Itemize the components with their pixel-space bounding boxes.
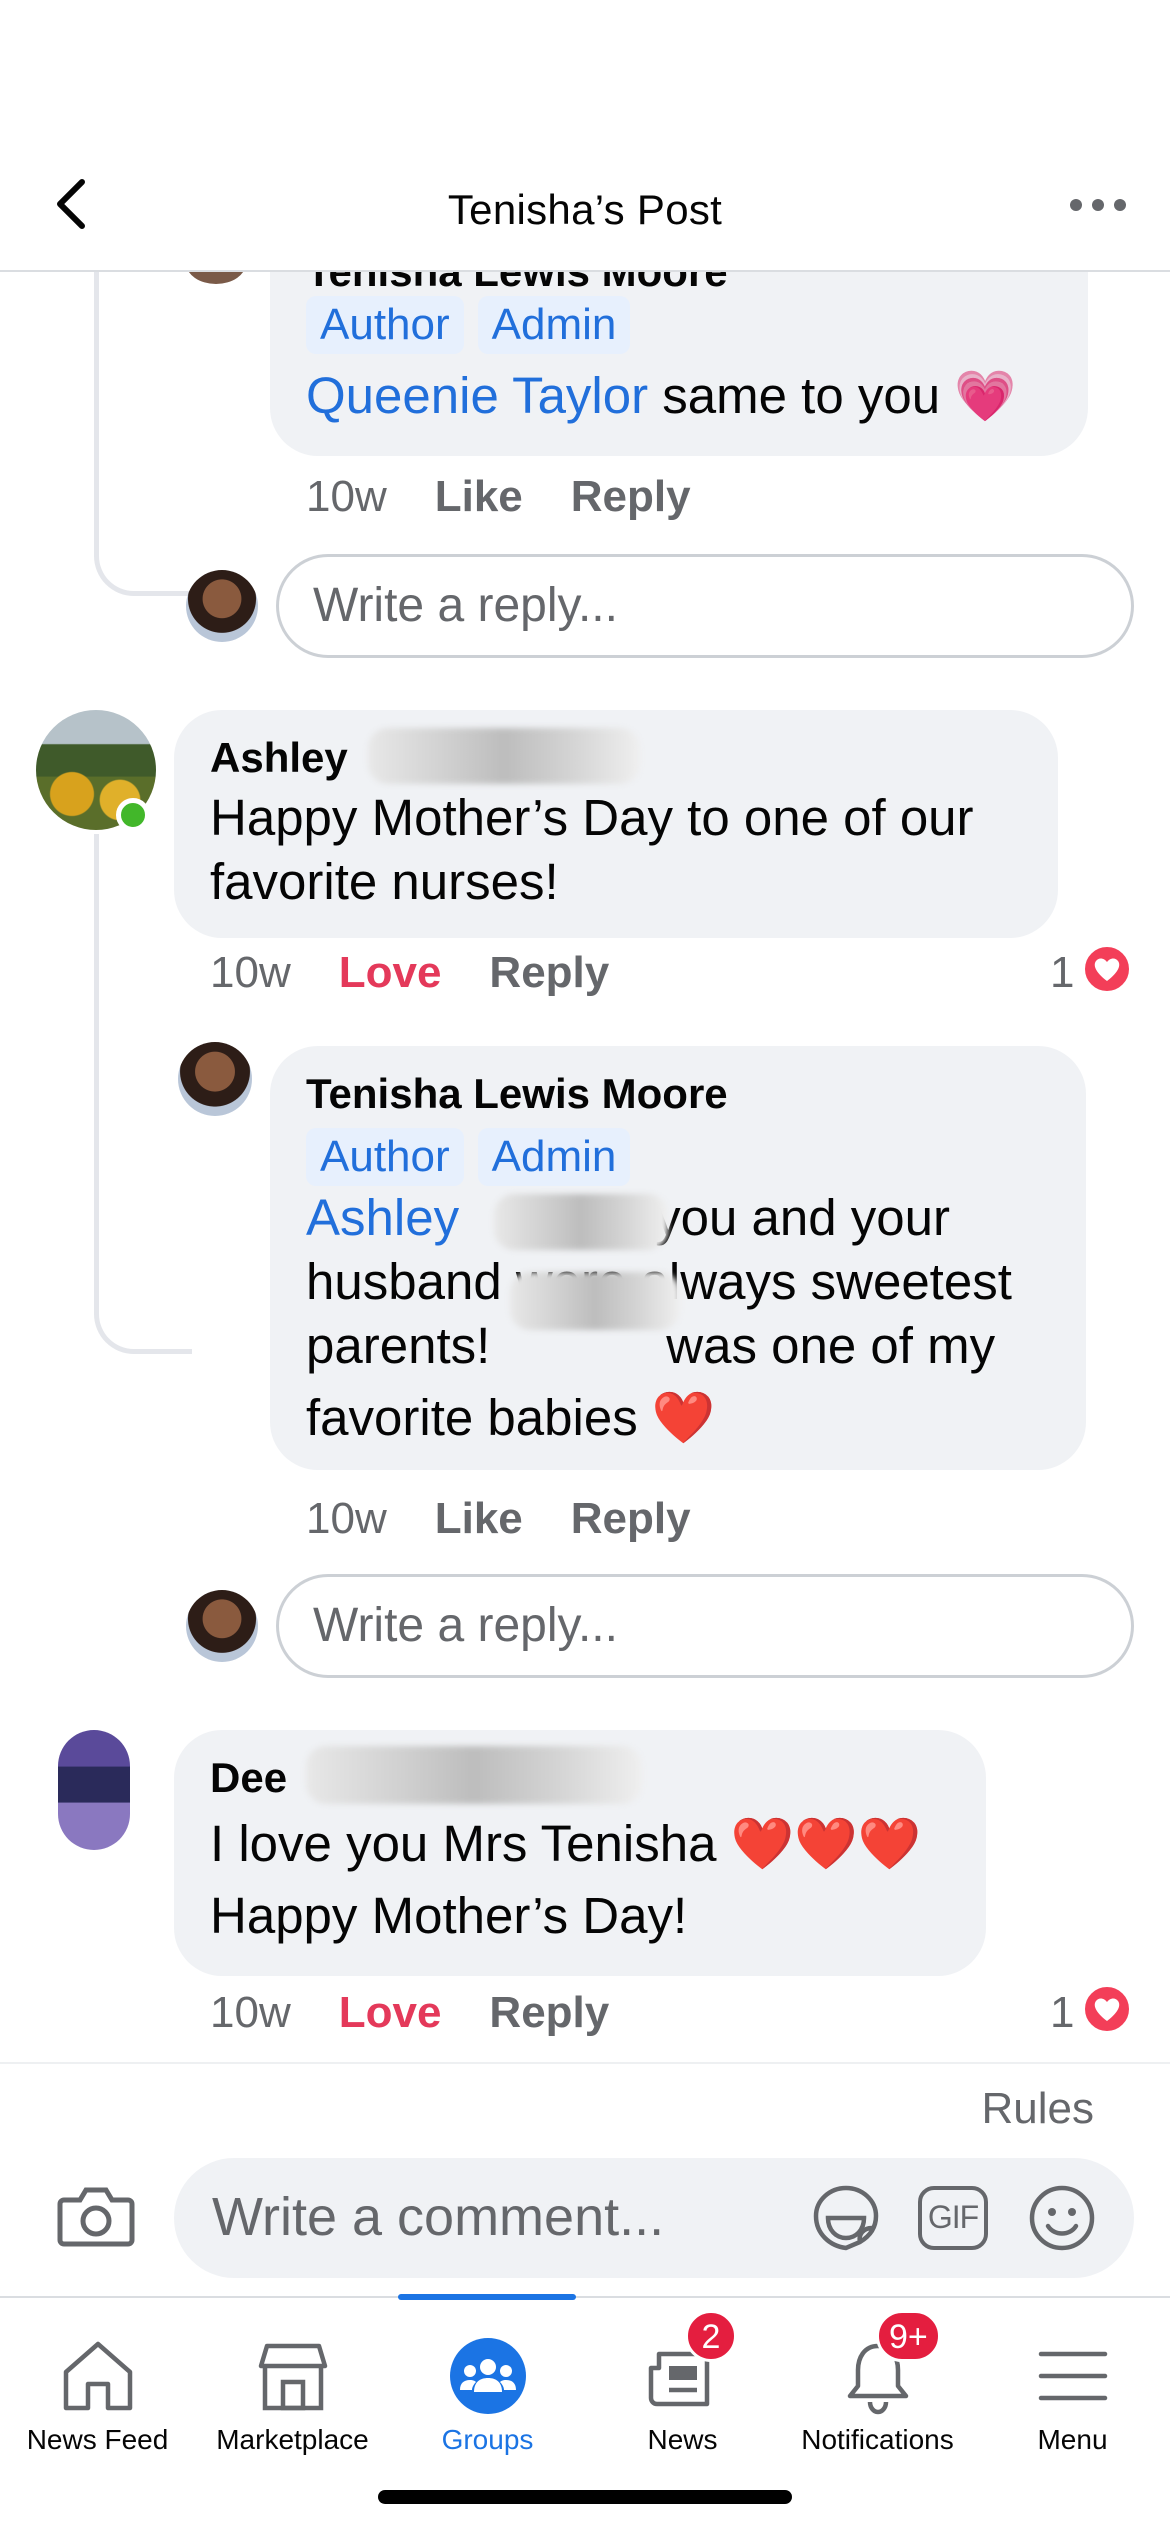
thread-connector xyxy=(94,834,192,1354)
comment-timestamp: 10w xyxy=(306,472,387,521)
comment-input[interactable]: Write a comment... GIF xyxy=(174,2158,1134,2278)
commenter-avatar[interactable] xyxy=(58,1730,130,1850)
camera-icon[interactable] xyxy=(56,2184,136,2248)
comment-placeholder: Write a comment... xyxy=(212,2187,665,2247)
comment-text: Ashley you and your husband were always s… xyxy=(306,1186,1096,1450)
sticker-icon[interactable] xyxy=(810,2182,882,2254)
store-icon xyxy=(258,2343,327,2411)
reply-button[interactable]: Reply xyxy=(489,1988,609,2037)
reply-button[interactable]: Reply xyxy=(489,948,609,997)
reaction-count[interactable]: 1 xyxy=(1050,948,1074,998)
comment-timestamp: 10w xyxy=(306,1494,387,1543)
commenter-avatar[interactable] xyxy=(178,1042,252,1116)
tab-news-feed[interactable]: News Feed xyxy=(0,2298,195,2468)
tab-label: Groups xyxy=(441,2424,534,2455)
comment-line: Happy Mother’s Day! xyxy=(210,1887,688,1944)
love-reaction-icon xyxy=(1082,944,1132,994)
comment-line: I love you Mrs Tenisha ❤️❤️❤️ xyxy=(210,1815,922,1872)
role-badges: Author Admin xyxy=(306,296,644,354)
comment-actions: 10w Like Reply xyxy=(306,472,739,522)
online-status-dot xyxy=(116,798,150,832)
tab-marketplace[interactable]: Marketplace xyxy=(195,2298,390,2468)
heart-icon xyxy=(1094,958,1120,981)
user-avatar xyxy=(186,1590,258,1662)
heart-icon xyxy=(1094,1998,1120,2021)
thread-connector xyxy=(94,272,192,596)
love-reaction-icon xyxy=(1082,1984,1132,2034)
love-reaction-button[interactable]: Love xyxy=(339,948,442,997)
comment-actions: 10w Love Reply xyxy=(210,1988,657,2038)
tab-label: Marketplace xyxy=(216,2424,369,2455)
comment-text: I love you Mrs Tenisha ❤️❤️❤️ Happy Moth… xyxy=(210,1812,980,1948)
news-count-badge: 2 xyxy=(685,2310,737,2362)
redacted-name xyxy=(368,728,640,784)
menu-icon xyxy=(1038,2351,1107,2401)
comment-line: you and your xyxy=(655,1189,950,1246)
reply-input[interactable]: Write a reply... xyxy=(276,1574,1134,1678)
comment-text: Happy Mother’s Day to one of our favorit… xyxy=(210,789,974,910)
rules-link[interactable]: Rules xyxy=(982,2084,1095,2134)
comment-line: parents! xyxy=(306,1317,491,1374)
tab-news[interactable]: 2 News xyxy=(585,2298,780,2468)
comment-actions: 10w Love Reply xyxy=(210,948,657,998)
comment-timestamp: 10w xyxy=(210,1988,291,2037)
redacted-name xyxy=(306,1746,642,1804)
comment-author[interactable]: Ashley xyxy=(210,734,348,782)
emoji-icon[interactable] xyxy=(1026,2182,1098,2254)
tab-label: Menu xyxy=(1037,2424,1108,2455)
avatar[interactable] xyxy=(186,272,246,284)
tab-notifications[interactable]: 9+ Notifications xyxy=(780,2298,975,2468)
like-button[interactable]: Like xyxy=(435,472,523,521)
user-avatar xyxy=(186,570,258,642)
comment-text: Queenie Taylor same to you 💗 xyxy=(306,364,1017,428)
love-reaction-button[interactable]: Love xyxy=(339,1988,442,2037)
comment-actions: 10w Like Reply xyxy=(306,1494,739,1544)
post-header: Tenisha’s Post xyxy=(0,0,1170,272)
comment-author[interactable]: Dee xyxy=(210,1754,287,1802)
role-badges: Author Admin xyxy=(306,1128,644,1186)
comment-timestamp: 10w xyxy=(210,948,291,997)
reply-button[interactable]: Reply xyxy=(571,1494,691,1543)
home-indicator[interactable] xyxy=(378,2490,792,2504)
comment-line: favorite babies xyxy=(306,1389,638,1446)
reply-input[interactable]: Write a reply... xyxy=(276,554,1134,658)
gif-button[interactable]: GIF xyxy=(918,2186,988,2250)
author-badge: Author xyxy=(306,296,464,354)
mention-link[interactable]: Queenie Taylor xyxy=(306,367,648,424)
pink-heart-emoji: 💗 xyxy=(954,368,1017,424)
like-button[interactable]: Like xyxy=(435,1494,523,1543)
groups-icon xyxy=(449,2338,526,2414)
admin-badge: Admin xyxy=(477,296,631,354)
comment-line: was one of my xyxy=(666,1317,996,1374)
home-icon xyxy=(63,2341,132,2411)
reply-button[interactable]: Reply xyxy=(571,472,691,521)
tab-menu[interactable]: Menu xyxy=(975,2298,1170,2468)
comment-author[interactable]: Tenisha Lewis Moore xyxy=(306,272,728,296)
tab-groups[interactable]: Groups xyxy=(390,2298,585,2468)
redacted-name xyxy=(494,1194,668,1250)
comments-feed[interactable]: Tenisha Lewis Moore AuthorAdmin Queenie … xyxy=(0,272,1170,2062)
notifications-count-badge: 9+ xyxy=(876,2310,941,2362)
mention-link[interactable]: Ashley xyxy=(306,1189,459,1246)
page-title: Tenisha’s Post xyxy=(447,186,723,233)
comment-body: same to you xyxy=(662,367,941,424)
tab-label: News xyxy=(647,2424,718,2455)
author-badge: Author xyxy=(306,1128,464,1186)
redacted-name xyxy=(510,1272,680,1330)
comment-line: husband were always sweetest xyxy=(306,1253,1012,1310)
more-options-icon[interactable] xyxy=(1068,190,1128,220)
comment-author[interactable]: Tenisha Lewis Moore xyxy=(306,1070,728,1118)
red-heart-emoji: ❤️ xyxy=(651,1389,716,1446)
admin-badge: Admin xyxy=(477,1128,631,1186)
tab-label: News Feed xyxy=(26,2424,169,2455)
reaction-count[interactable]: 1 xyxy=(1050,1988,1074,2038)
tab-label: Notifications xyxy=(801,2424,954,2455)
